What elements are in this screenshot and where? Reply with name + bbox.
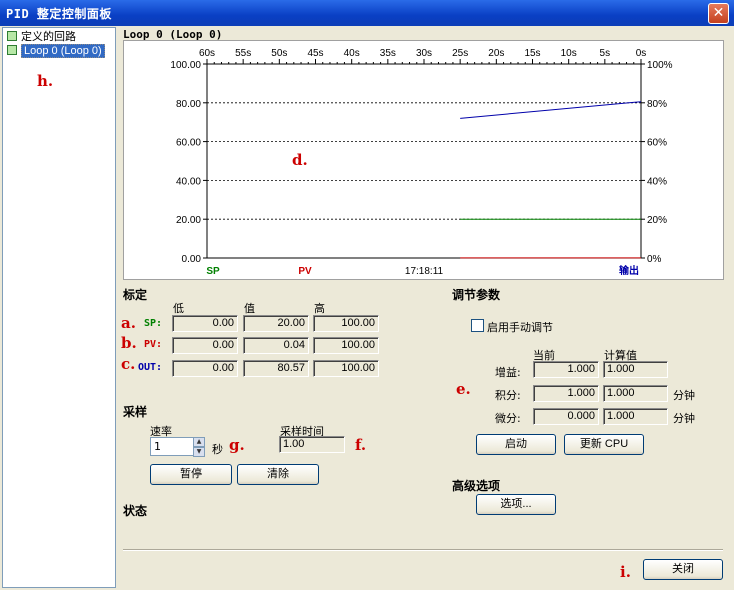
x-tick-label: 20s <box>488 48 504 59</box>
trend-chart-svg: 100.00 100% 80.00 80% 60.00 60% 40.00 40% 20.00 2… <box>170 48 673 277</box>
rate-down-icon[interactable]: ▼ <box>193 447 205 457</box>
start-button[interactable]: 启动 <box>476 434 556 455</box>
derivative-computed-field: 1.000 <box>603 408 668 425</box>
window-title: PID 整定控制面板 <box>6 7 112 21</box>
footer-separator <box>123 549 723 551</box>
annotation-f: f. <box>355 436 367 454</box>
pv-low-field: 0.00 <box>172 337 238 354</box>
y-right-tick-label: 100% <box>647 60 673 71</box>
legend-out: 输出 <box>619 264 639 277</box>
sp-row-label: SP: <box>144 318 163 329</box>
gain-computed-field: 1.000 <box>603 361 668 378</box>
trend-chart: 100.00 100% 80.00 80% 60.00 60% 40.00 40% 20.00 2… <box>123 40 724 280</box>
derivative-unit: 分钟 <box>673 412 695 425</box>
y-left-tick-label: 80.00 <box>176 99 201 110</box>
y-right-tick-label: 80% <box>647 99 667 110</box>
y-right-tick-label: 0% <box>647 254 662 265</box>
options-button[interactable]: 选项... <box>476 494 556 515</box>
advanced-title: 高级选项 <box>452 479 501 493</box>
annotation-a: a. <box>121 314 136 332</box>
x-tick-label: 0s <box>636 48 647 59</box>
close-window-icon[interactable]: ✕ <box>708 3 729 24</box>
clear-button[interactable]: 清除 <box>237 464 319 485</box>
series-line-out <box>460 101 642 119</box>
gain-label: 增益: <box>495 366 521 379</box>
tuning-title: 调节参数 <box>452 288 501 302</box>
tree-item-defined-loops[interactable]: 定义的回路 <box>7 30 76 44</box>
x-tick-label: 55s <box>235 48 251 59</box>
sp-high-field: 100.00 <box>313 315 379 332</box>
y-right-tick-label: 60% <box>647 138 667 149</box>
loop-tree: 定义的回路 Loop 0 (Loop 0) <box>2 27 116 588</box>
x-tick-label: 15s <box>524 48 540 59</box>
y-right-tick-label: 40% <box>647 176 667 187</box>
sample-time-field: 1.00 <box>279 436 345 453</box>
sp-value-field: 20.00 <box>243 315 309 332</box>
status-title: 状态 <box>123 504 148 518</box>
integral-computed-field: 1.000 <box>603 385 668 402</box>
col-high-header: 高 <box>314 302 325 315</box>
y-left-tick-label: 40.00 <box>176 176 201 187</box>
pause-button[interactable]: 暂停 <box>150 464 232 485</box>
legend-sp: SP <box>206 266 220 277</box>
integral-label: 积分: <box>495 389 521 402</box>
rate-unit: 秒 <box>212 443 223 456</box>
manual-tuning-label: 启用手动调节 <box>487 321 553 334</box>
col-value-header: 值 <box>244 302 255 315</box>
out-value-field: 80.57 <box>243 360 309 377</box>
annotation-h: h. <box>37 72 54 90</box>
y-right-tick-label: 20% <box>647 215 667 226</box>
annotation-g: g. <box>229 436 245 454</box>
pv-row-label: PV: <box>144 339 163 350</box>
y-left-tick-label: 100.00 <box>170 60 201 71</box>
integral-current-field: 1.000 <box>533 385 599 402</box>
x-tick-label: 30s <box>416 48 432 59</box>
rate-input[interactable]: 1 <box>150 437 194 456</box>
annotation-e: e. <box>456 380 471 398</box>
annotation-c: c. <box>121 355 136 373</box>
derivative-current-field: 0.000 <box>533 408 599 425</box>
close-button[interactable]: 关闭 <box>643 559 723 580</box>
pv-high-field: 100.00 <box>313 337 379 354</box>
x-tick-label: 50s <box>271 48 287 59</box>
integral-unit: 分钟 <box>673 389 695 402</box>
calibration-title: 标定 <box>123 288 148 302</box>
tree-item-label: Loop 0 (Loop 0) <box>21 44 105 58</box>
y-left-tick-label: 60.00 <box>176 138 201 149</box>
sp-low-field: 0.00 <box>172 315 238 332</box>
y-left-tick-label: 0.00 <box>182 254 202 265</box>
x-tick-label: 10s <box>561 48 577 59</box>
annotation-b: b. <box>121 334 137 352</box>
derivative-label: 微分: <box>495 412 521 425</box>
sampling-title: 采样 <box>123 405 148 419</box>
x-tick-label: 40s <box>344 48 360 59</box>
out-low-field: 0.00 <box>172 360 238 377</box>
legend-pv: PV <box>298 266 312 277</box>
chart-time-label: 17:18:11 <box>405 266 444 277</box>
annotation-d: d. <box>292 151 308 169</box>
y-left-tick-label: 20.00 <box>176 215 201 226</box>
tree-item-loop-0[interactable]: Loop 0 (Loop 0) <box>7 44 105 58</box>
x-tick-label: 45s <box>307 48 323 59</box>
x-tick-label: 25s <box>452 48 468 59</box>
loop-folder-icon <box>7 31 17 41</box>
rate-up-icon[interactable]: ▲ <box>193 437 205 447</box>
loop-icon <box>7 45 17 55</box>
x-tick-label: 35s <box>380 48 396 59</box>
x-tick-label: 5s <box>600 48 611 59</box>
gain-current-field: 1.000 <box>533 361 599 378</box>
x-tick-label: 60s <box>199 48 215 59</box>
out-high-field: 100.00 <box>313 360 379 377</box>
pv-value-field: 0.04 <box>243 337 309 354</box>
tree-item-label: 定义的回路 <box>21 31 76 43</box>
out-row-label: OUT: <box>138 362 163 373</box>
col-low-header: 低 <box>173 302 184 315</box>
update-cpu-button[interactable]: 更新 CPU <box>564 434 644 455</box>
manual-tuning-checkbox[interactable] <box>471 319 484 332</box>
annotation-i: i. <box>620 563 631 581</box>
